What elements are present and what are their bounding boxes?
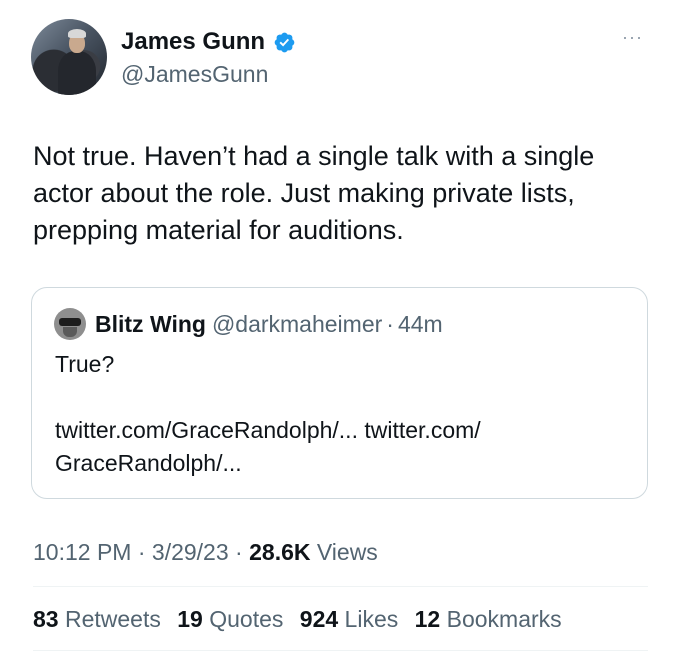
divider	[33, 586, 648, 587]
quoted-separator: ·	[386, 310, 394, 337]
engagement-stats: 83 Retweets 19 Quotes 924 Likes 12 Bookm…	[33, 606, 572, 633]
author-name[interactable]: James Gunn	[121, 28, 265, 56]
views-label: Views	[316, 539, 378, 565]
quotes-stat[interactable]: 19 Quotes	[177, 606, 283, 632]
more-options-icon[interactable]: ···	[622, 28, 643, 46]
likes-stat[interactable]: 924 Likes	[300, 606, 398, 632]
tweet-date[interactable]: 3/29/23	[152, 539, 229, 565]
quoted-tweet-body: True? twitter.com/GraceRandolph/... twit…	[55, 348, 615, 480]
verified-badge-icon	[274, 32, 295, 52]
tweet-meta: 10:12 PM · 3/29/23 · 28.6K Views	[33, 539, 378, 566]
meta-separator: ·	[137, 539, 146, 565]
author-handle[interactable]: @JamesGunn	[121, 61, 268, 88]
views-count: 28.6K	[249, 539, 311, 565]
quoted-avatar[interactable]	[54, 308, 86, 340]
quoted-tweet-card[interactable]: Blitz Wing @darkmaheimer · 44m True? twi…	[31, 287, 648, 499]
meta-separator: ·	[235, 539, 243, 565]
quoted-tweet-links[interactable]: twitter.com/GraceRandolph/... twitter.co…	[55, 414, 615, 480]
quoted-timestamp[interactable]: 44m	[398, 311, 443, 338]
quoted-tweet-text: True?	[55, 351, 115, 377]
profile-avatar[interactable]	[31, 19, 107, 95]
author-name-row[interactable]: James Gunn	[121, 28, 296, 56]
bookmarks-stat[interactable]: 12 Bookmarks	[415, 606, 562, 632]
divider	[33, 650, 648, 651]
retweets-stat[interactable]: 83 Retweets	[33, 606, 161, 632]
tweet-time[interactable]: 10:12 PM	[33, 539, 131, 565]
quoted-author-name[interactable]: Blitz Wing	[95, 311, 206, 338]
quoted-author-handle[interactable]: @darkmaheimer	[212, 311, 382, 338]
quoted-tweet-header: Blitz Wing @darkmaheimer · 44m	[54, 308, 443, 340]
tweet-text: Not true. Haven’t had a single talk with…	[33, 141, 595, 245]
